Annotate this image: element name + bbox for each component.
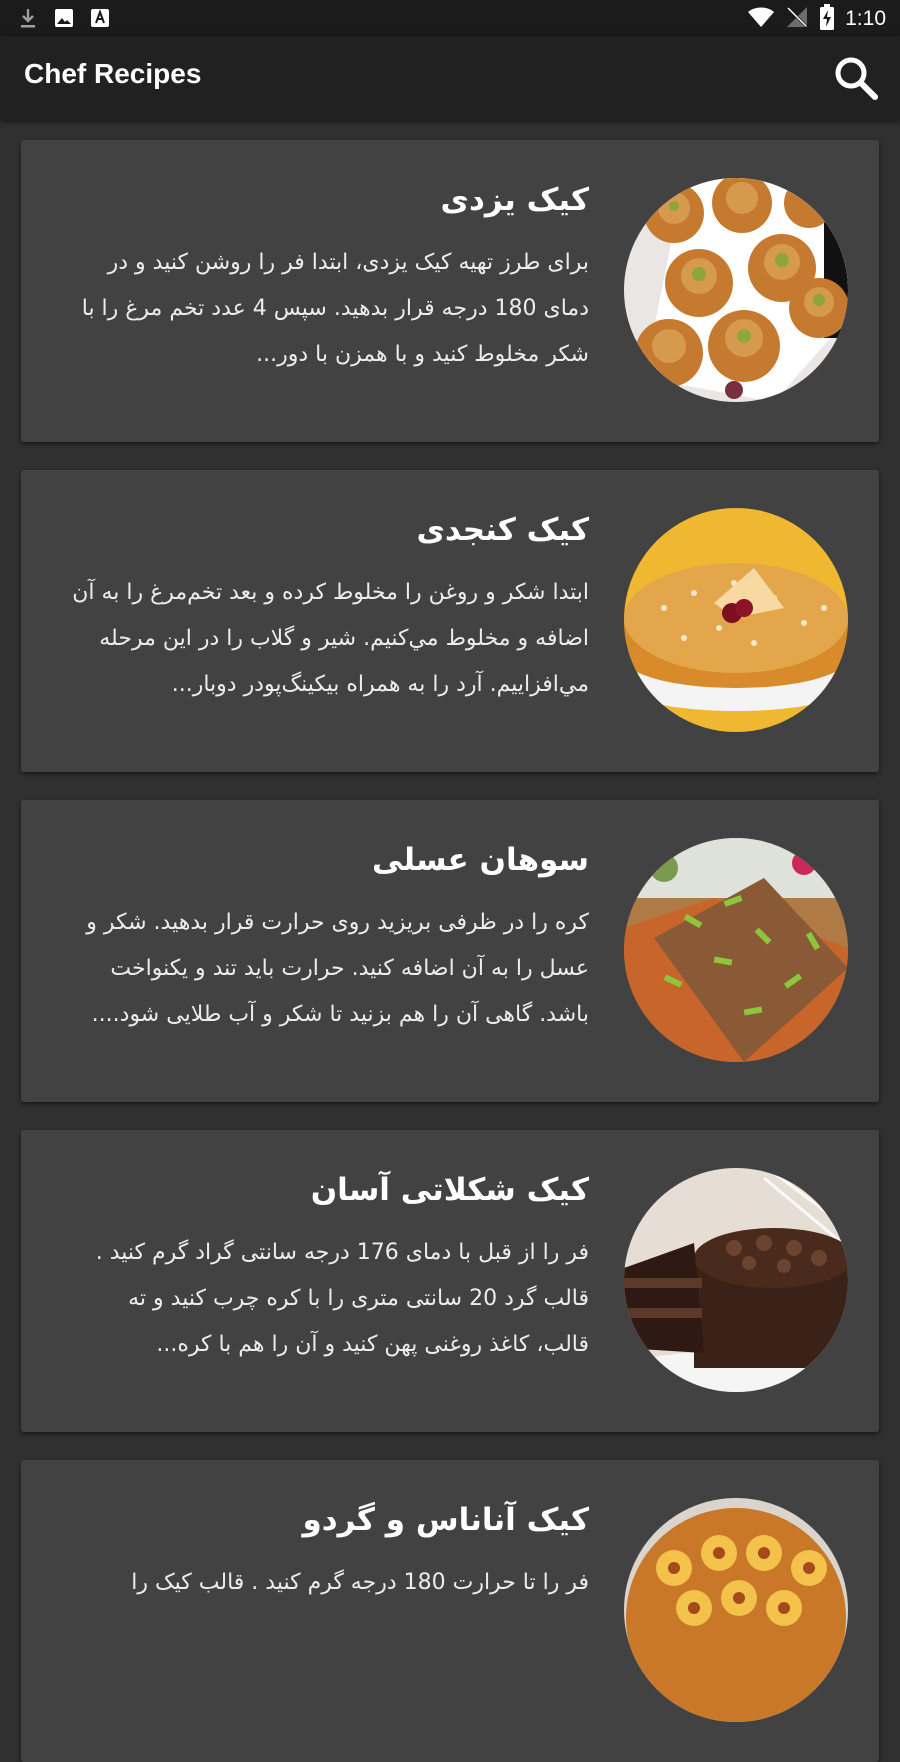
status-time: 1:10 <box>845 7 886 30</box>
search-icon <box>835 57 878 100</box>
no-signal-icon <box>785 5 809 33</box>
recipe-image <box>624 838 848 1062</box>
search-button[interactable] <box>832 54 880 102</box>
recipe-image <box>624 508 848 732</box>
recipe-image <box>624 1498 848 1722</box>
recipe-image <box>624 1168 848 1392</box>
recipe-card[interactable]: سوهان عسلی کره را در ظرفی بریزید روی حرا… <box>21 800 879 1102</box>
recipe-description: فر را تا حرارت 180 درجه گرم کنید . قالب … <box>131 1570 589 1595</box>
app-bar: Chef Recipes <box>0 36 900 120</box>
status-left-icons <box>16 6 112 30</box>
recipe-description: ابتدا شکر و روغن را مخلوط کرده و بعد تخم… <box>72 580 589 697</box>
recipe-card[interactable]: کیک شکلاتی آسان فر را از قبل با دمای 176… <box>21 1130 879 1432</box>
recipe-image <box>624 178 848 402</box>
recipe-card[interactable]: کیک کنجدی ابتدا شکر و روغن را مخلوط کرده… <box>21 470 879 772</box>
battery-charging-icon <box>819 4 835 34</box>
recipe-description: فر را از قبل با دمای 176 درجه سانتی گراد… <box>95 1240 589 1357</box>
keyboard-icon <box>88 6 112 30</box>
recipe-card[interactable]: کیک آناناس و گردو فر را تا حرارت 180 درج… <box>21 1460 879 1762</box>
app-title: Chef Recipes <box>24 58 202 89</box>
recipe-description: کره را در ظرفی بریزید روی حرارت قرار بده… <box>86 910 589 1027</box>
recipe-title: سوهان عسلی <box>371 842 589 878</box>
recipe-card[interactable]: کیک یزدی برای طرز تهیه کیک یزدی، ابتدا ف… <box>21 140 879 442</box>
wifi-icon <box>747 5 775 33</box>
recipe-title: کیک شکلاتی آسان <box>310 1172 589 1208</box>
image-icon <box>52 6 76 30</box>
status-bar: 1:10 <box>0 0 900 36</box>
recipe-title: کیک کنجدی <box>416 512 589 548</box>
recipe-description: برای طرز تهیه کیک یزدی، ابتدا فر را روشن… <box>81 250 589 367</box>
status-right-icons: 1:10 <box>747 4 886 34</box>
download-icon <box>16 6 40 30</box>
recipe-title: کیک آناناس و گردو <box>302 1502 589 1538</box>
recipe-title: کیک یزدی <box>440 182 589 218</box>
